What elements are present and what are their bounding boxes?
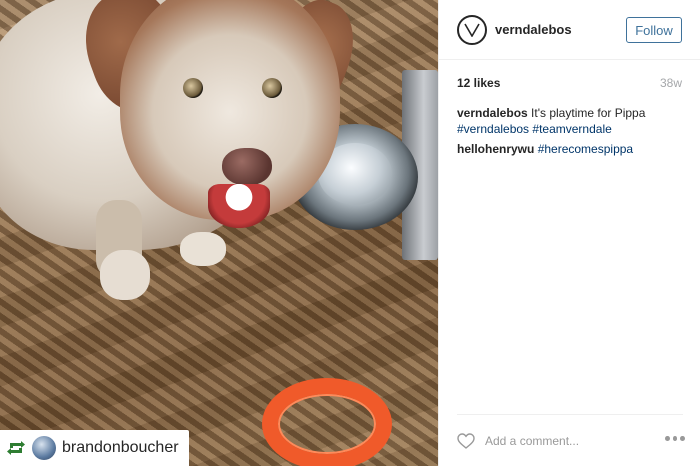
post-header: verndalebos Follow bbox=[439, 0, 700, 60]
add-comment-input[interactable]: Add a comment... bbox=[485, 434, 579, 448]
hashtag-link[interactable]: #verndalebos bbox=[457, 122, 529, 136]
comment-username[interactable]: hellohenrywu bbox=[457, 142, 534, 156]
repost-icon bbox=[6, 438, 26, 458]
dog-mouth bbox=[208, 184, 270, 228]
comment-item: hellohenrywu #herecomespippa bbox=[457, 141, 685, 157]
more-options-icon[interactable] bbox=[665, 436, 686, 442]
caption-username[interactable]: verndalebos bbox=[457, 106, 528, 120]
avatar[interactable] bbox=[457, 15, 487, 45]
post-photo[interactable]: brandonboucher bbox=[0, 0, 438, 466]
post-sidebar: verndalebos Follow 12 likes 38w verndale… bbox=[438, 0, 700, 466]
dot-icon bbox=[680, 436, 686, 441]
follow-button[interactable]: Follow bbox=[626, 17, 682, 43]
dog-paw-right bbox=[180, 232, 226, 266]
caption-text: It's playtime for Pippa bbox=[531, 106, 646, 120]
repost-username[interactable]: brandonboucher bbox=[62, 439, 179, 457]
ring-toy bbox=[262, 378, 392, 466]
dot-icon bbox=[665, 436, 670, 441]
hashtag-link[interactable]: #teamverndale bbox=[532, 122, 611, 136]
caption: verndalebos It's playtime for Pippa #ver… bbox=[457, 105, 685, 137]
post-time[interactable]: 38w bbox=[660, 76, 682, 90]
hashtag-link[interactable]: #herecomespippa bbox=[538, 142, 633, 156]
likes-count[interactable]: 12 likes bbox=[457, 76, 500, 90]
repost-avatar[interactable] bbox=[32, 436, 56, 460]
comment-bar: Add a comment... bbox=[457, 414, 686, 465]
verndale-logo-icon bbox=[464, 23, 480, 37]
dot-icon bbox=[672, 436, 678, 441]
username[interactable]: verndalebos bbox=[495, 22, 572, 37]
repost-badge[interactable]: brandonboucher bbox=[0, 430, 189, 466]
dog-nose bbox=[222, 148, 272, 186]
dog-eye-right bbox=[262, 78, 282, 98]
heart-icon[interactable] bbox=[457, 433, 475, 449]
comment-list: verndalebos It's playtime for Pippa #ver… bbox=[457, 105, 685, 161]
dog-paw-left bbox=[100, 250, 150, 300]
dog-eye-left bbox=[183, 78, 203, 98]
